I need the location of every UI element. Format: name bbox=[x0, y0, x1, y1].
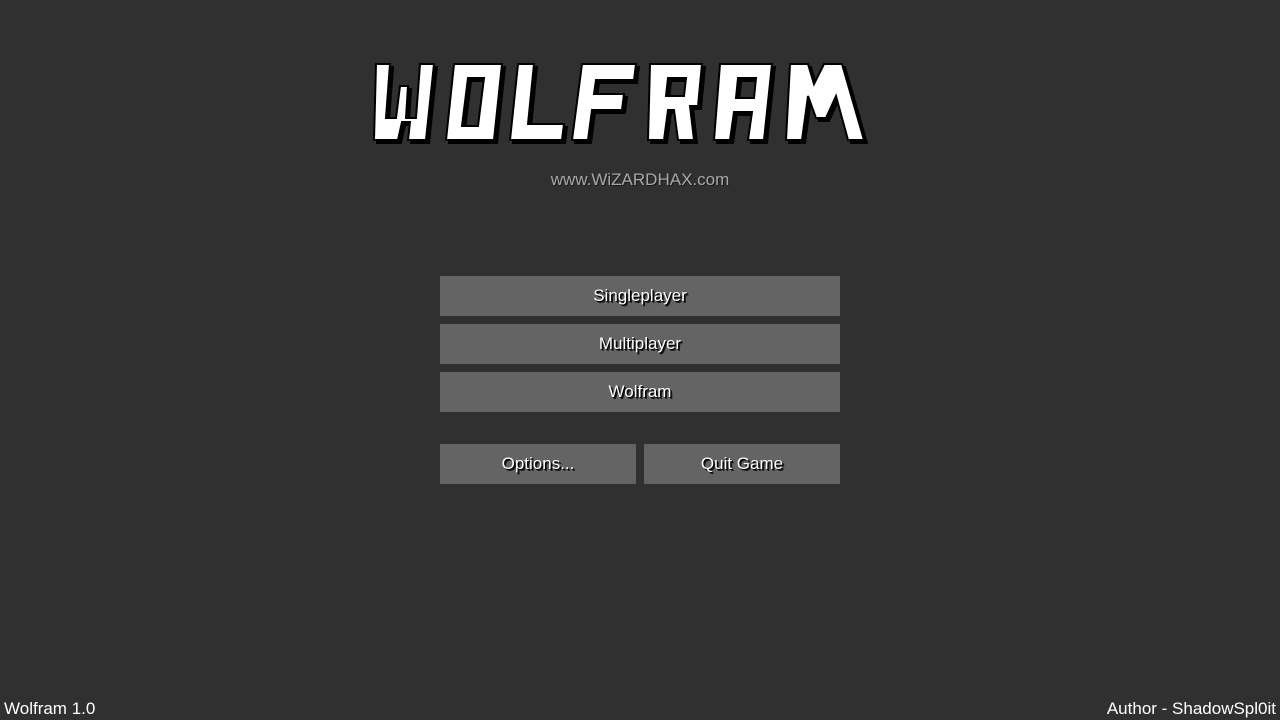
game-logo bbox=[368, 60, 872, 148]
multiplayer-button[interactable]: Multiplayer bbox=[440, 324, 840, 364]
options-button[interactable]: Options... bbox=[440, 444, 636, 484]
quit-game-button[interactable]: Quit Game bbox=[644, 444, 840, 484]
wolfram-button[interactable]: Wolfram bbox=[440, 372, 840, 412]
author-label: Author - ShadowSpl0it bbox=[1106, 699, 1276, 718]
version-label: Wolfram 1.0 bbox=[4, 699, 96, 718]
website-subtitle: www.WiZARDHAX.com bbox=[550, 170, 730, 189]
singleplayer-button[interactable]: Singleplayer bbox=[440, 276, 840, 316]
title-screen: www.WiZARDHAX.com Singleplayer Multiplay… bbox=[0, 0, 1280, 720]
